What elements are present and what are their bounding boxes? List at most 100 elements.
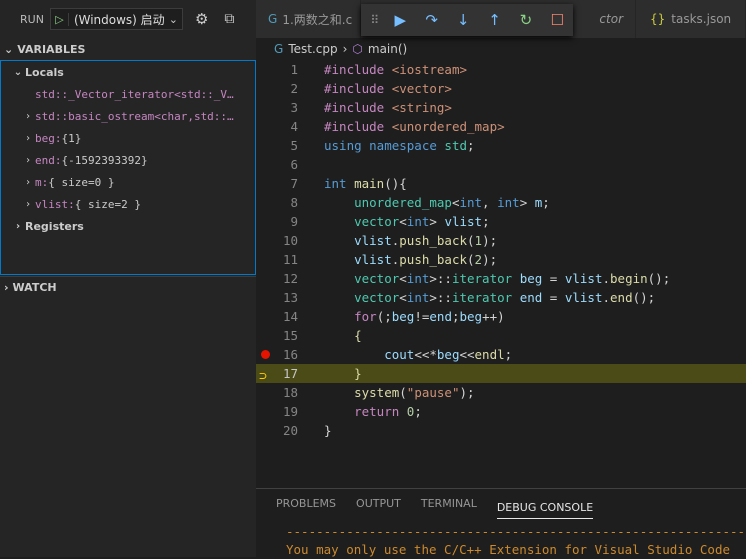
variable-value: { size=2 }: [74, 197, 141, 211]
debug-console-icon[interactable]: ⧉: [224, 11, 234, 27]
line-number: 12: [282, 271, 298, 286]
restart-icon[interactable]: ↻: [510, 11, 541, 29]
gutter[interactable]: [256, 307, 282, 326]
drag-handle-icon[interactable]: ⠿: [365, 13, 385, 27]
variable-item[interactable]: › vlist: { size=2 }: [1, 193, 255, 215]
code-token: 2: [474, 252, 483, 267]
line-number: 14: [282, 309, 298, 324]
code-token: vlist: [444, 214, 483, 229]
step-into-icon[interactable]: ↓: [447, 11, 478, 29]
code-text: }: [324, 421, 332, 440]
code-token: =: [542, 290, 565, 305]
gutter[interactable]: [256, 288, 282, 307]
code-token: push_back: [399, 233, 467, 248]
variable-item[interactable]: › beg: {1}: [1, 127, 255, 149]
code-token: }: [324, 366, 362, 381]
code-token: ;: [451, 309, 460, 324]
code-text: int main(){: [324, 174, 407, 193]
watch-header[interactable]: › WATCH: [0, 276, 256, 298]
chevron-down-icon: ⌄: [168, 12, 178, 26]
panel-tab-debug-console[interactable]: DEBUG CONSOLE: [496, 497, 594, 519]
code-token: #include: [324, 100, 392, 115]
continue-icon[interactable]: ▶: [385, 11, 416, 29]
code-token: ;: [467, 138, 475, 153]
code-token: #include: [324, 81, 392, 96]
gutter[interactable]: ⊃: [256, 364, 282, 384]
code-text: #include <iostream>: [324, 60, 467, 79]
gutter[interactable]: [256, 174, 282, 193]
gutter[interactable]: [256, 193, 282, 212]
code-line: 18 system("pause");: [256, 383, 746, 402]
code-token: system: [324, 385, 400, 400]
panel-tab-output[interactable]: OUTPUT: [356, 489, 401, 519]
code-editor[interactable]: 1 #include <iostream> 2 #include <vector> 3 #…: [256, 60, 746, 440]
code-line: 15 {: [256, 326, 746, 345]
code-token: "pause": [406, 385, 460, 400]
variable-item[interactable]: › std::basic_ostream<char,std::…: [1, 105, 255, 127]
step-out-icon[interactable]: ↑: [479, 11, 510, 29]
code-token: end: [610, 290, 633, 305]
line-number: 20: [282, 423, 298, 438]
gutter[interactable]: [256, 117, 282, 136]
gutter[interactable]: [256, 98, 282, 117]
panel-tab-problems[interactable]: PROBLEMS: [276, 489, 336, 519]
gutter[interactable]: [256, 269, 282, 288]
variables-header[interactable]: ⌄ VARIABLES: [0, 38, 256, 60]
locals-scope[interactable]: ⌄ Locals: [1, 61, 255, 83]
step-over-icon[interactable]: ↷: [416, 11, 447, 29]
code-line: 7 int main(){: [256, 174, 746, 193]
gear-icon[interactable]: ⚙: [195, 10, 208, 28]
code-token: >::: [429, 290, 452, 305]
gutter[interactable]: [256, 136, 282, 155]
code-line: 3 #include <string>: [256, 98, 746, 117]
gutter[interactable]: [256, 155, 282, 174]
registers-scope[interactable]: › Registers: [1, 215, 255, 237]
breakpoint-icon[interactable]: [261, 350, 270, 359]
gutter[interactable]: [256, 326, 282, 345]
panel-tabs: PROBLEMS OUTPUT TERMINAL DEBUG CONSOLE: [256, 489, 746, 519]
gutter[interactable]: [256, 250, 282, 269]
chevron-right-icon: ›: [24, 132, 32, 144]
start-debugging-icon[interactable]: ▷: [51, 12, 69, 26]
code-token: >: [429, 214, 445, 229]
chevron-right-icon: ›: [24, 198, 32, 210]
code-token: cout: [324, 347, 415, 362]
gutter[interactable]: [256, 231, 282, 250]
code-token: (: [467, 252, 475, 267]
panel-tab-terminal[interactable]: TERMINAL: [421, 489, 477, 519]
gutter[interactable]: [256, 402, 282, 421]
code-token: <: [399, 290, 407, 305]
gutter[interactable]: [256, 60, 282, 79]
variable-value: {1}: [61, 131, 82, 145]
debug-toolbar: ⠿ ▶ ↷ ↓ ↑ ↻ ☐: [361, 4, 573, 36]
code-token: beg: [436, 347, 460, 362]
gutter[interactable]: [256, 79, 282, 98]
tab-tasks-json[interactable]: {} tasks.json: [636, 0, 746, 38]
breadcrumb-file[interactable]: Test.cpp: [288, 42, 337, 56]
variable-item[interactable]: › end: {-1592393392}: [1, 149, 255, 171]
code-line: 2 #include <vector>: [256, 79, 746, 98]
variable-item[interactable]: › m: { size=0 }: [1, 171, 255, 193]
code-token: int: [406, 214, 430, 229]
editor: G 1.两数之和.c ctor {} tasks.json G Test.cpp ›…: [256, 0, 746, 488]
code-token: (: [399, 385, 407, 400]
variables-panel: ⌄ Locals std::_Vector_iterator<std::_V… ›…: [0, 60, 256, 275]
line-number: 1: [290, 62, 298, 77]
code-token: (){: [384, 176, 407, 191]
gutter[interactable]: [256, 383, 282, 402]
code-token: <: [399, 271, 407, 286]
tab-label: ctor: [599, 12, 623, 26]
gutter[interactable]: [256, 421, 282, 440]
code-token: =: [542, 271, 565, 286]
code-token: ;: [482, 214, 490, 229]
breadcrumb-symbol[interactable]: main(): [368, 42, 407, 56]
tab-two-sum[interactable]: G 1.两数之和.c: [256, 0, 361, 38]
variable-item[interactable]: std::_Vector_iterator<std::_V…: [1, 83, 255, 105]
launch-config-select[interactable]: ▷ (Windows) 启动 ⌄: [49, 8, 183, 30]
line-number: 18: [282, 385, 298, 400]
stop-icon[interactable]: ☐: [542, 11, 573, 29]
gutter[interactable]: [256, 212, 282, 231]
gutter[interactable]: [256, 345, 282, 364]
code-text: cout<<*beg<<endl;: [324, 345, 512, 364]
code-token: ;: [542, 195, 550, 210]
